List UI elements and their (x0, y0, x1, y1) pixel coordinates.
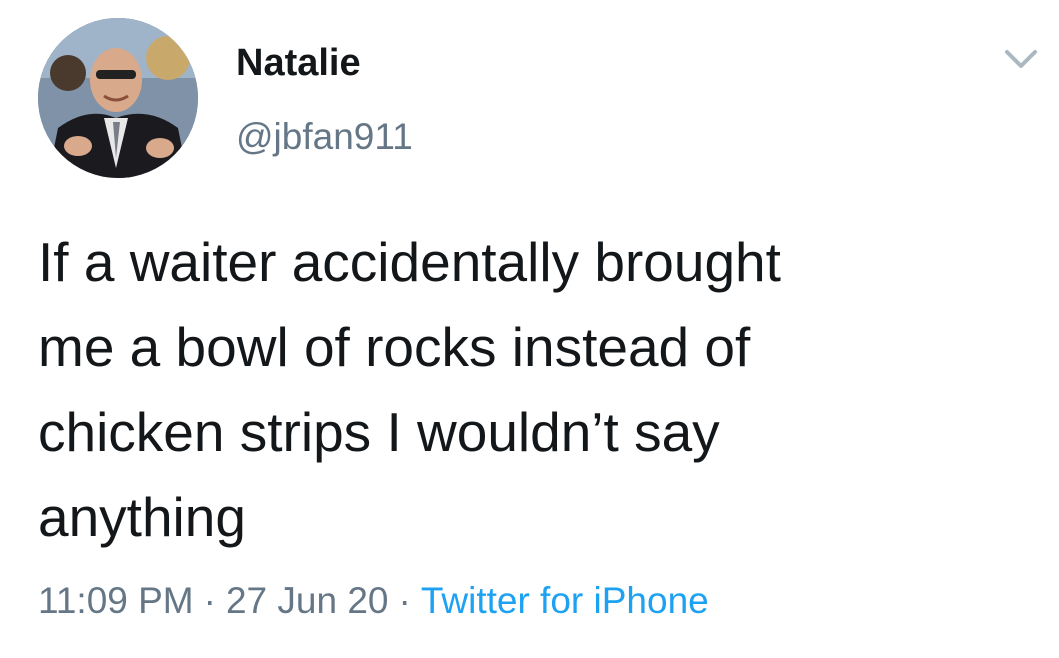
tweet-time[interactable]: 11:09 PM (38, 580, 194, 621)
display-name[interactable]: Natalie (236, 40, 361, 86)
profile-photo (38, 18, 198, 178)
tweet-meta: 11:09 PM · 27 Jun 20 · Twitter for iPhone (38, 578, 709, 624)
user-handle[interactable]: @jbfan911 (236, 114, 413, 160)
tweet-text-line: chicken strips I wouldn’t say (38, 401, 720, 463)
tweet-source-link[interactable]: Twitter for iPhone (421, 580, 709, 621)
tweet-text: If a waiter accidentally brought me a bo… (38, 220, 1028, 560)
avatar[interactable] (38, 18, 198, 178)
chevron-down-icon[interactable] (1001, 44, 1041, 74)
separator: · (398, 580, 411, 621)
tweet-text-line: If a waiter accidentally brought (38, 231, 781, 293)
tweet: Natalie @jbfan911 If a waiter accidental… (0, 0, 1059, 658)
tweet-text-line: anything (38, 486, 246, 548)
tweet-date[interactable]: 27 Jun 20 (226, 580, 389, 621)
separator: · (203, 580, 216, 621)
tweet-text-line: me a bowl of rocks instead of (38, 316, 751, 378)
